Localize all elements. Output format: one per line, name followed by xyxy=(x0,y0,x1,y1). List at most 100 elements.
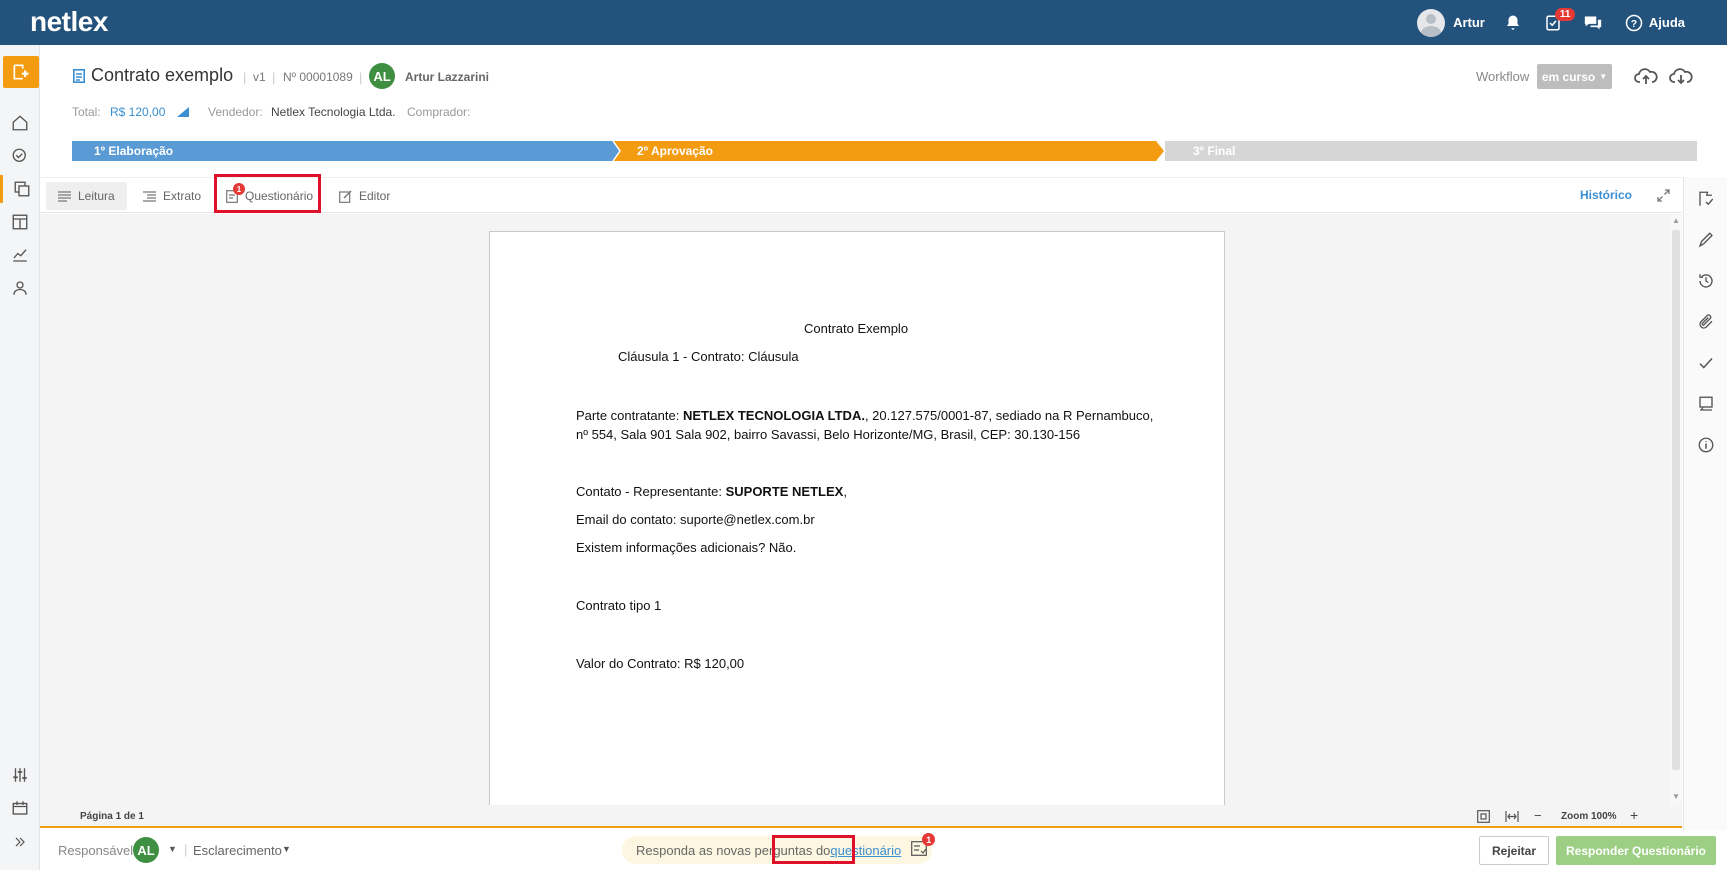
reject-button[interactable]: Rejeitar xyxy=(1479,836,1549,865)
help-button[interactable]: ? Ajuda xyxy=(1625,14,1685,32)
indent-lines-icon xyxy=(143,190,156,202)
scroll-down-arrow[interactable]: ▼ xyxy=(1672,792,1680,801)
chat-button[interactable] xyxy=(1573,0,1613,45)
seller-value: Netlex Tecnologia Ltda. xyxy=(271,105,396,119)
contact-prefix: Contato - Representante: xyxy=(576,484,726,499)
right-toolbar xyxy=(1683,177,1727,870)
divider: | xyxy=(243,70,247,85)
fit-width-icon[interactable] xyxy=(1505,811,1519,822)
sidebar-item-templates[interactable] xyxy=(0,208,40,236)
attachments-tool-button[interactable] xyxy=(1684,307,1727,337)
responsible-avatar[interactable]: AL xyxy=(133,837,159,863)
questionnaire-notice-icon-wrap[interactable]: 1 xyxy=(911,833,936,859)
chart-triangle-icon[interactable] xyxy=(177,107,189,117)
cloud-download-icon[interactable] xyxy=(1669,66,1693,86)
workflow-status: em curso xyxy=(1541,69,1596,84)
new-document-button[interactable] xyxy=(3,56,39,88)
help-label: Ajuda xyxy=(1648,15,1685,30)
sidebar-item-calendar[interactable] xyxy=(0,794,40,822)
step-elaboracao[interactable]: 1º Elaboração xyxy=(72,141,173,161)
sidebar-item-documents[interactable] xyxy=(0,175,40,203)
chart-line-icon xyxy=(13,249,27,262)
tab-editor[interactable]: Editor xyxy=(327,182,402,210)
documents-icon xyxy=(14,181,29,197)
page-indicator: Página 1 de 1 xyxy=(80,811,144,822)
page-title: Contrato exemplo xyxy=(91,65,234,85)
notifications-button[interactable] xyxy=(1493,0,1533,45)
total-label: Total: xyxy=(72,105,101,119)
tasks-button[interactable]: 11 xyxy=(1533,0,1576,45)
workflow-label: Workflow xyxy=(1476,69,1530,84)
document-number: Nº 00001089 xyxy=(283,70,353,84)
total-value[interactable]: R$ 120,00 xyxy=(110,105,165,119)
search-check-icon xyxy=(12,148,26,162)
flag-check-icon xyxy=(1699,191,1714,206)
clarification-dropdown[interactable]: Esclarecimento xyxy=(193,843,282,858)
status-strip: Página 1 de 1 − Zoom 100% + xyxy=(40,805,1682,828)
progress-shapes xyxy=(72,141,1697,161)
sidebar-item-home[interactable] xyxy=(0,109,40,137)
info-icon xyxy=(1698,437,1714,453)
user-avatar[interactable] xyxy=(1417,8,1446,37)
notice-badge: 1 xyxy=(922,833,936,846)
answer-questionnaire-button[interactable]: Responder Questionário xyxy=(1556,836,1716,865)
sidebar-item-reports[interactable] xyxy=(0,241,40,269)
contact-name: SUPORTE NETLEX xyxy=(725,484,844,499)
responsible-dropdown-caret[interactable]: ▼ xyxy=(168,844,177,854)
responsible-label: Responsável xyxy=(58,843,134,858)
document-version: v1 xyxy=(253,70,266,84)
party-address: nº 554, Sala 901 Sala 902, bairro Savass… xyxy=(576,427,1081,442)
svg-text:?: ? xyxy=(1631,17,1637,29)
document-scrollbar[interactable]: ▲ ▼ xyxy=(1670,214,1682,805)
step-final[interactable]: 3º Final xyxy=(1171,141,1235,161)
double-chevron-right-icon xyxy=(15,837,25,847)
top-bar: netlex Artur 11 ? Ajuda xyxy=(0,0,1727,45)
fit-page-icon[interactable] xyxy=(1477,810,1490,823)
scroll-thumb[interactable] xyxy=(1672,230,1680,770)
top-right-controls: Artur 11 ? Ajuda xyxy=(1417,0,1727,45)
check-icon xyxy=(1699,357,1713,369)
party-prefix: Parte contratante: xyxy=(576,408,683,423)
tab-leitura[interactable]: Leitura xyxy=(46,182,127,210)
owner-avatar[interactable]: AL xyxy=(369,63,395,89)
highlight-frame-link xyxy=(772,835,855,864)
question-circle-icon: ? xyxy=(1625,14,1643,31)
expand-icon[interactable] xyxy=(1657,189,1670,202)
historico-link[interactable]: Histórico xyxy=(1580,188,1632,202)
paperclip-icon xyxy=(1699,314,1713,329)
cloud-upload-icon[interactable] xyxy=(1634,66,1658,86)
sign-tool-button[interactable] xyxy=(1684,225,1727,255)
tab-extrato-label: Extrato xyxy=(163,189,202,203)
history-tool-button[interactable] xyxy=(1684,266,1727,296)
party-line: Parte contratante: NETLEX TECNOLOGIA LTD… xyxy=(576,408,1153,423)
info-line: Existem informações adicionais? Não. xyxy=(576,540,797,555)
tab-leitura-label: Leitura xyxy=(78,189,115,203)
workflow-status-dropdown[interactable]: em curso ▼ xyxy=(1537,64,1612,89)
clarification-caret-icon[interactable]: ▼ xyxy=(282,844,291,854)
sidebar-item-settings[interactable] xyxy=(0,761,40,789)
zoom-in-button[interactable]: + xyxy=(1630,807,1638,823)
tab-extrato[interactable]: Extrato xyxy=(131,182,213,210)
tab-editor-label: Editor xyxy=(359,189,391,203)
type-line: Contrato tipo 1 xyxy=(576,598,662,613)
scroll-up-arrow[interactable]: ▲ xyxy=(1672,216,1680,225)
party-rest: , 20.127.575/0001-87, sediado na R Perna… xyxy=(864,408,1154,423)
approve-tool-button[interactable] xyxy=(1684,348,1727,378)
review-tool-button[interactable] xyxy=(1684,184,1727,214)
new-document-icon xyxy=(13,64,29,80)
sidebar-item-search[interactable] xyxy=(0,142,40,170)
info-tool-button[interactable] xyxy=(1684,430,1727,460)
buyer-label: Comprador: xyxy=(407,105,471,119)
sidebar-expand-button[interactable] xyxy=(0,828,40,856)
contact-suffix: , xyxy=(843,484,847,499)
user-icon xyxy=(13,281,27,295)
clause-title: Cláusula 1 - Contrato: Cláusula xyxy=(618,349,799,364)
bottom-action-bar: Responsável AL ▼ | Esclarecimento ▼ Resp… xyxy=(40,830,1727,870)
netlex-logo[interactable]: netlex xyxy=(30,6,108,38)
step-aprovacao[interactable]: 2º Aprovação xyxy=(615,141,713,161)
zoom-out-button[interactable]: − xyxy=(1534,808,1542,823)
sidebar-item-users[interactable] xyxy=(0,274,40,302)
comments-tool-button[interactable] xyxy=(1684,389,1727,419)
user-name[interactable]: Artur xyxy=(1453,15,1485,30)
left-sidebar xyxy=(0,45,40,870)
